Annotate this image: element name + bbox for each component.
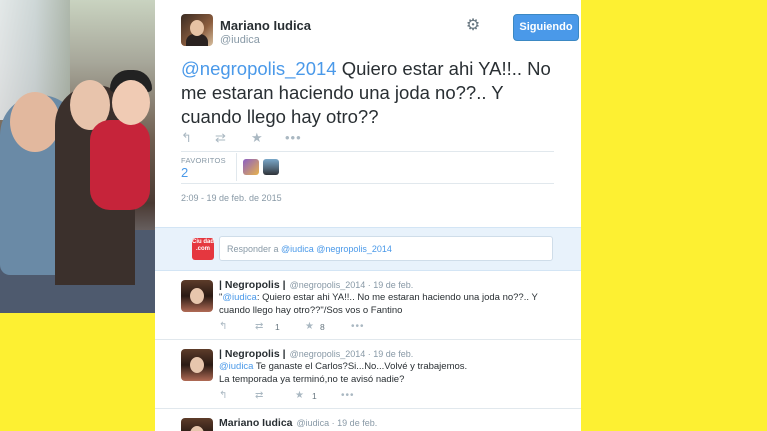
- retweet-count: 1: [275, 322, 280, 332]
- divider: [236, 153, 237, 181]
- reply-meta: Mariano Iudica @iudica · 19 de feb.: [219, 417, 378, 429]
- favorite-count: 8: [320, 322, 325, 332]
- reply-tweet[interactable]: Mariano Iudica @iudica · 19 de feb.: [155, 410, 581, 431]
- reply-icon[interactable]: ↰: [219, 321, 227, 332]
- tweet-mention[interactable]: @negropolis_2014: [181, 58, 337, 79]
- reply-mention[interactable]: @iudica: [219, 361, 253, 372]
- reply-author-name[interactable]: | Negropolis |: [219, 348, 286, 360]
- star-icon[interactable]: ★: [295, 390, 304, 401]
- tweet-timestamp[interactable]: 2:09 - 19 de feb. de 2015: [181, 193, 282, 203]
- star-icon[interactable]: ★: [305, 321, 314, 332]
- reply-avatar[interactable]: [181, 418, 213, 431]
- reply-area: Ciu dad .com Responder a @iudica @negrop…: [155, 227, 581, 271]
- reply-avatar[interactable]: [181, 280, 213, 312]
- more-icon[interactable]: •••: [351, 321, 365, 332]
- tweet-header: Mariano Iudica @iudica ⚙ Siguiendo: [181, 14, 579, 50]
- reply-date[interactable]: 19 de feb.: [373, 280, 413, 290]
- gear-icon[interactable]: ⚙: [465, 18, 481, 34]
- reply-actions: ↰ ⇄ ★ 1 •••: [219, 390, 419, 402]
- favorite-count: 1: [312, 391, 317, 401]
- more-icon[interactable]: •••: [341, 390, 355, 401]
- favorites-label: FAVORITOS: [181, 156, 226, 165]
- favoriter-avatar[interactable]: [243, 159, 259, 175]
- user-avatar: Ciu dad .com: [192, 238, 214, 260]
- retweet-icon[interactable]: ⇄: [255, 321, 263, 332]
- reply-text: "@iudica: Quiero estar ahi YA!!.. No me …: [219, 292, 538, 316]
- reply-icon[interactable]: ↰: [181, 130, 192, 146]
- reply-author-handle[interactable]: @negropolis_2014: [290, 349, 366, 359]
- author-avatar[interactable]: [181, 14, 213, 46]
- reply-mentions: @iudica @negropolis_2014: [281, 244, 392, 254]
- reply-author-handle[interactable]: @iudica: [297, 418, 330, 428]
- reply-author-name[interactable]: Mariano Iudica: [219, 417, 293, 429]
- reply-meta: | Negropolis | @negropolis_2014 · 19 de f…: [219, 348, 414, 360]
- reply-input[interactable]: Responder a @iudica @negropolis_2014: [219, 236, 553, 261]
- author-name[interactable]: Mariano Iudica: [220, 18, 311, 33]
- favoriter-avatar[interactable]: [263, 159, 279, 175]
- reply-actions: ↰ ⇄ 1 ★ 8 •••: [219, 321, 419, 333]
- tweet-card: Mariano Iudica @iudica ⚙ Siguiendo @negr…: [155, 0, 581, 431]
- following-button[interactable]: Siguiendo: [513, 14, 579, 41]
- reply-date[interactable]: 19 de feb.: [337, 418, 377, 428]
- reply-icon[interactable]: ↰: [219, 390, 227, 401]
- tweet-stats: FAVORITOS 2: [181, 151, 554, 183]
- reply-author-handle[interactable]: @negropolis_2014: [290, 280, 366, 290]
- author-handle[interactable]: @iudica: [220, 34, 260, 46]
- more-icon[interactable]: •••: [285, 130, 302, 145]
- tweet-actions: ↰ ⇄ ★ •••: [181, 130, 381, 146]
- favorites-count[interactable]: 2: [181, 165, 188, 180]
- reply-tweet[interactable]: | Negropolis | @negropolis_2014 · 19 de f…: [155, 272, 581, 340]
- retweet-icon[interactable]: ⇄: [215, 130, 226, 146]
- background-photo: [0, 0, 155, 313]
- reply-text: @iudica Te ganaste el Carlos?Si...No...V…: [219, 361, 468, 385]
- divider: [181, 183, 554, 184]
- reply-avatar[interactable]: [181, 349, 213, 381]
- reply-meta: | Negropolis | @negropolis_2014 · 19 de f…: [219, 279, 414, 291]
- star-icon[interactable]: ★: [251, 130, 263, 146]
- reply-tweet[interactable]: | Negropolis | @negropolis_2014 · 19 de f…: [155, 341, 581, 409]
- reply-mention[interactable]: @iudica: [222, 292, 256, 303]
- tweet-text: @negropolis_2014 Quiero estar ahi YA!!..…: [181, 57, 561, 129]
- reply-prefix: Responder a: [227, 244, 282, 254]
- reply-author-name[interactable]: | Negropolis |: [219, 279, 286, 291]
- reply-date[interactable]: 19 de feb.: [373, 349, 413, 359]
- retweet-icon[interactable]: ⇄: [255, 390, 263, 401]
